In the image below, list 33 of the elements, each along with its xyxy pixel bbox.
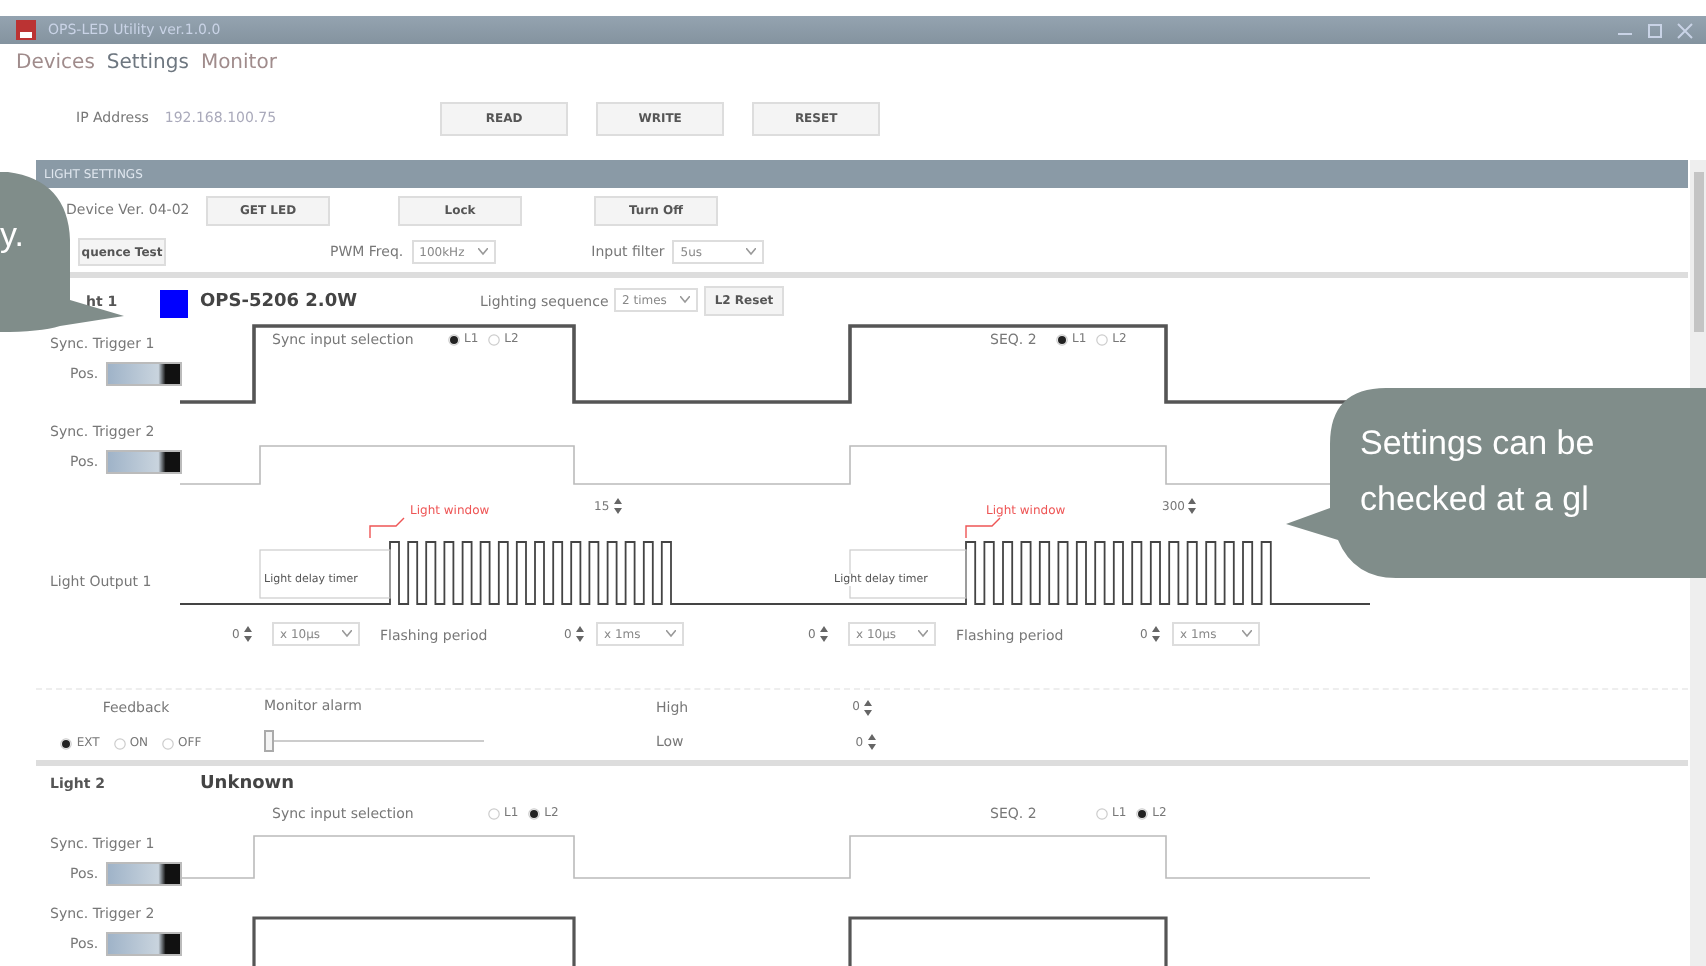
spin-arrows-icon bbox=[863, 699, 872, 716]
spin-arrows-icon bbox=[575, 626, 584, 642]
caret-icon bbox=[918, 630, 928, 638]
spin-arrows-icon bbox=[613, 498, 622, 514]
caret-icon bbox=[1242, 630, 1252, 638]
spin-arrows-icon bbox=[867, 734, 876, 751]
delay-box bbox=[259, 549, 391, 599]
menu-item[interactable]: Devices bbox=[16, 51, 95, 73]
light-model: Unknown bbox=[200, 774, 295, 794]
caret-icon bbox=[666, 630, 676, 638]
maximize-icon[interactable] bbox=[1646, 21, 1664, 39]
spin-arrows-icon bbox=[1188, 498, 1197, 514]
close-icon[interactable] bbox=[1676, 21, 1694, 39]
spin-arrows-icon bbox=[243, 626, 252, 642]
caret-icon bbox=[680, 296, 690, 304]
callout-text: y. bbox=[0, 214, 24, 258]
pos-toggle[interactable] bbox=[106, 862, 182, 886]
slider-thumb[interactable] bbox=[264, 730, 274, 752]
menu-item[interactable]: Settings bbox=[106, 51, 189, 73]
menu-item[interactable]: Monitor bbox=[200, 51, 277, 73]
pos-toggle[interactable] bbox=[106, 450, 182, 474]
caret-icon bbox=[477, 248, 488, 256]
window-bracket bbox=[369, 517, 405, 539]
light-model: OPS-5206 2.0W bbox=[200, 292, 358, 312]
spin-arrows-icon bbox=[1151, 626, 1160, 642]
pos-toggle[interactable] bbox=[106, 932, 182, 956]
callout-text: Settings can be checked at a gl bbox=[1360, 422, 1595, 522]
window-bracket bbox=[965, 517, 1001, 539]
pos-toggle[interactable] bbox=[106, 362, 182, 386]
caret-icon bbox=[746, 248, 757, 256]
app-icon bbox=[16, 20, 36, 40]
caret-icon bbox=[342, 630, 352, 638]
spin-arrows-icon bbox=[819, 626, 828, 642]
